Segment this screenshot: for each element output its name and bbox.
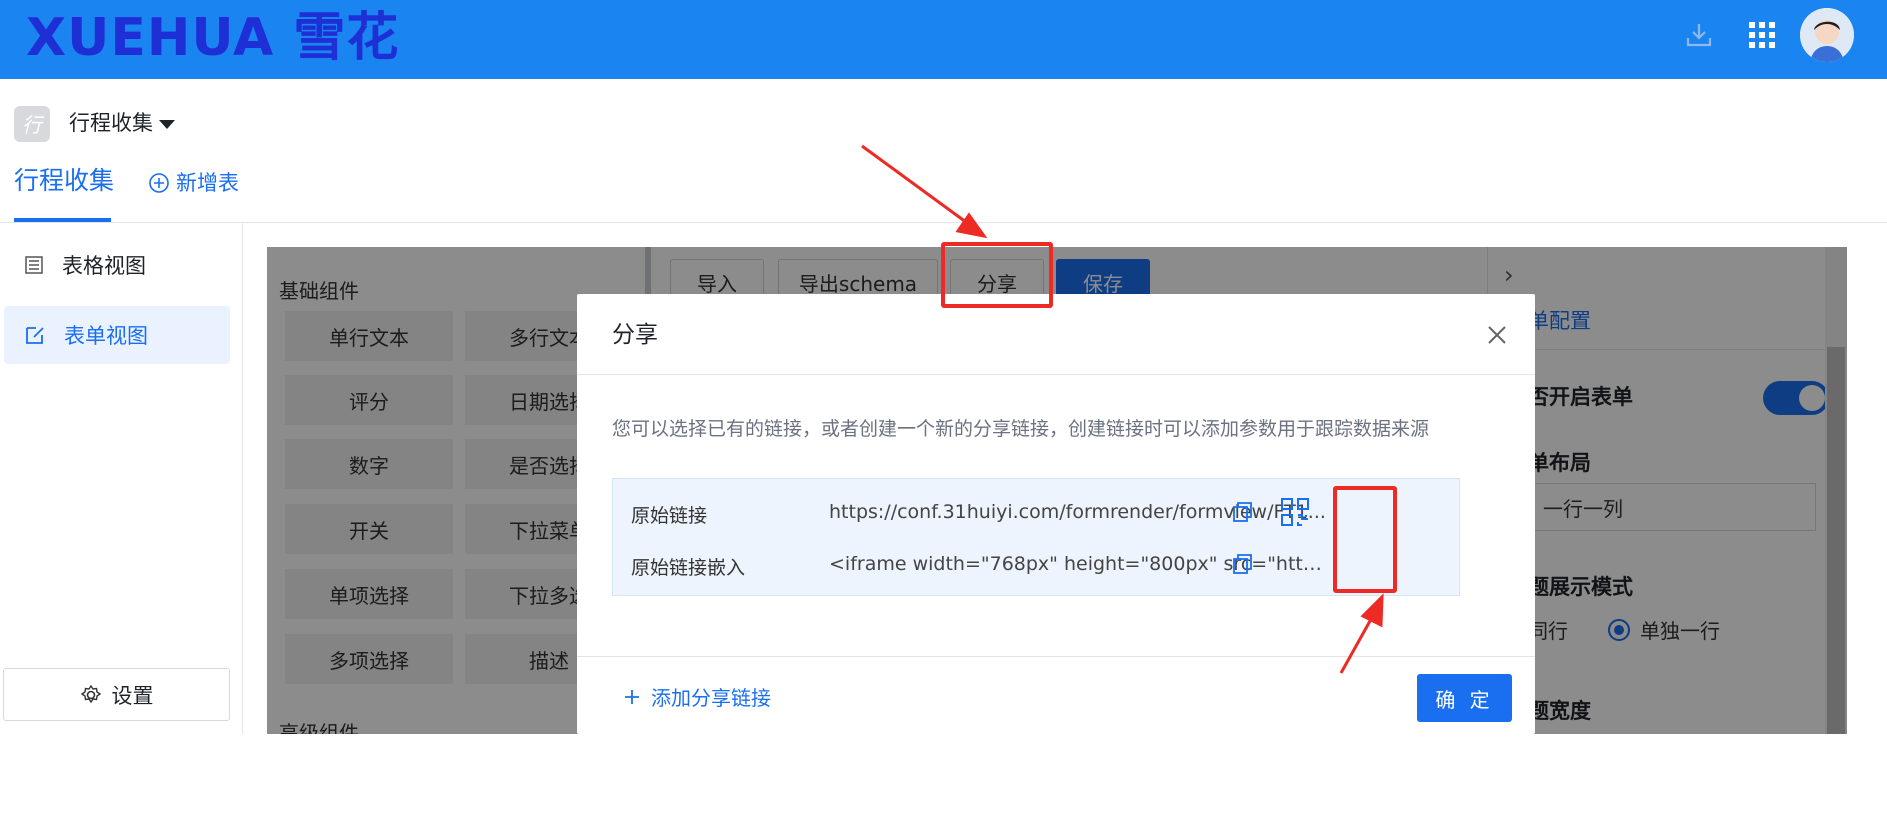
settings-label: 设置 xyxy=(111,683,154,708)
gear-icon xyxy=(80,684,101,703)
confirm-button[interactable]: 确 定 xyxy=(1417,674,1512,722)
add-share-link-label: 添加分享链接 xyxy=(651,686,771,710)
app-switcher[interactable]: 行程收集 xyxy=(69,108,175,138)
plus-icon xyxy=(625,689,639,704)
caret-down-icon xyxy=(159,119,175,129)
link-label: 原始链接 xyxy=(631,505,708,527)
brand-logo[interactable]: XUEHUA 雪花 xyxy=(26,8,399,68)
settings-button[interactable]: 设置 xyxy=(3,668,230,721)
app-name: 行程收集 xyxy=(69,111,153,135)
sidebar-item-form-view[interactable]: 表单视图 xyxy=(4,306,230,364)
sidebar-item-label: 表单视图 xyxy=(64,324,148,348)
add-table-label: 新增表 xyxy=(176,171,239,195)
app-icon: 行 xyxy=(14,106,50,142)
download-icon[interactable] xyxy=(1682,18,1716,52)
svg-text:行: 行 xyxy=(22,113,45,137)
dialog-footer-divider xyxy=(577,656,1535,657)
dialog-title: 分享 xyxy=(612,322,658,348)
link-label: 原始链接嵌入 xyxy=(631,557,746,579)
annotation-box-share xyxy=(941,242,1053,308)
header-divider xyxy=(0,222,1887,223)
annotation-box-copy xyxy=(1333,486,1397,593)
dialog-description: 您可以选择已有的链接，或者创建一个新的分享链接，创建链接时可以添加参数用于跟踪数… xyxy=(612,418,1430,440)
user-avatar[interactable] xyxy=(1800,8,1854,62)
copy-icon[interactable] xyxy=(1230,551,1256,577)
sidebar-item-table-view[interactable]: 表格视图 xyxy=(4,236,230,294)
close-icon[interactable] xyxy=(1482,320,1512,350)
copy-icon[interactable] xyxy=(1230,499,1256,525)
edit-icon xyxy=(26,327,44,344)
add-table-button[interactable]: 新增表 xyxy=(148,168,239,198)
sidebar-item-label: 表格视图 xyxy=(62,254,146,278)
apps-grid-icon[interactable] xyxy=(1745,18,1779,52)
sidebar-divider xyxy=(242,222,243,734)
qrcode-icon[interactable] xyxy=(1280,497,1310,527)
tab-trip-collection[interactable]: 行程收集 xyxy=(14,162,114,200)
dialog-header-divider xyxy=(577,374,1535,375)
top-bar: XUEHUA 雪花 xyxy=(0,0,1887,79)
logo-text: XUEHUA 雪花 xyxy=(26,8,400,68)
list-icon xyxy=(25,256,43,274)
add-share-link-button[interactable]: 添加分享链接 xyxy=(623,682,771,711)
plus-circle-icon xyxy=(149,173,169,193)
